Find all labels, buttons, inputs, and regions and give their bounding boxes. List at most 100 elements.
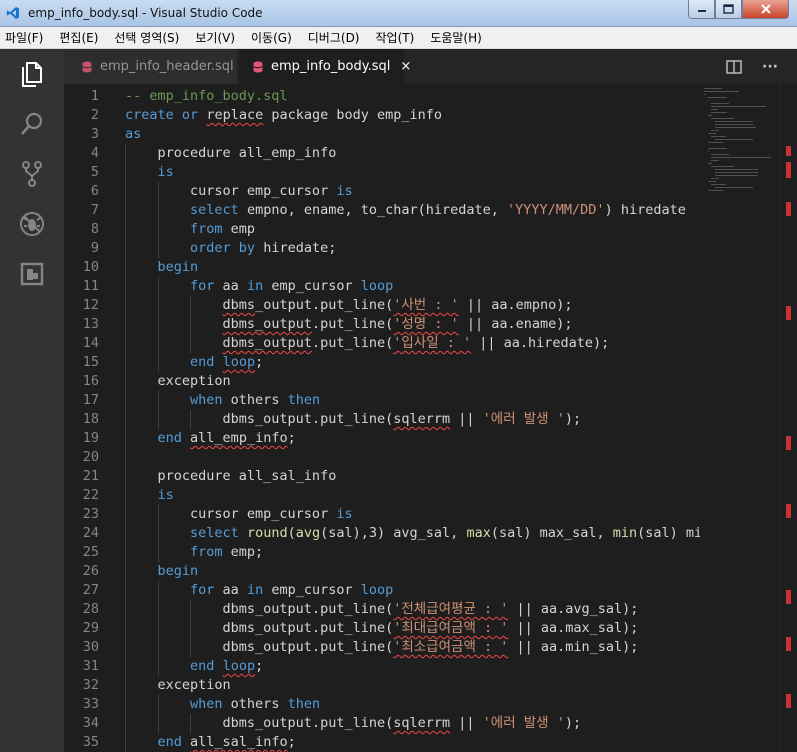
code-token: cursor emp_cursor (125, 506, 337, 522)
vscode-icon (6, 7, 19, 19)
code-token: begin (157, 563, 199, 579)
code-token: empno, ename, to_char(hiredate, (238, 202, 508, 218)
minimap-line (711, 157, 772, 158)
code-line[interactable]: 26 begin (64, 562, 704, 581)
tab-emp-info-body[interactable]: emp_info_body.sql × (239, 49, 411, 84)
code-text: dbms_output.put_line('최소급여금액 : ' || aa.m… (125, 638, 639, 657)
code-line[interactable]: 1 -- emp_info_body.sql (64, 87, 704, 106)
code-token: ; (287, 734, 296, 750)
code-text: dbms_output.put_line('성명 : ' || aa.ename… (125, 315, 573, 334)
minimap-line (707, 133, 716, 134)
line-number: 31 (82, 658, 99, 674)
code-token: || aa.hiredate); (471, 335, 610, 351)
minimap[interactable] (700, 84, 780, 752)
code-line[interactable]: 10 begin (64, 258, 704, 277)
code-token: .put_line( (311, 316, 394, 332)
code-line[interactable]: 25 from emp; (64, 543, 704, 562)
code-token: end (157, 734, 182, 750)
error-marker (786, 162, 791, 178)
code-line[interactable]: 18 dbms_output.put_line(sqlerrm || '에러 발… (64, 410, 704, 429)
vertical-scrollbar[interactable] (780, 84, 797, 752)
code-line[interactable]: 11 for aa in emp_cursor loop (64, 277, 704, 296)
debug-icon (20, 212, 44, 236)
code-line[interactable]: 8 from emp (64, 220, 704, 239)
code-line[interactable]: 21 procedure all_sal_info (64, 467, 704, 486)
menu-tasks[interactable]: 작업(T) (376, 29, 415, 46)
code-line[interactable]: 19 end all_emp_info; (64, 429, 704, 448)
code-line[interactable]: 22 is (64, 486, 704, 505)
code-line[interactable]: 14 dbms_output.put_line('입사일 : ' || aa.h… (64, 334, 704, 353)
code-line[interactable]: 30 dbms_output.put_line('최소급여금액 : ' || a… (64, 638, 704, 657)
code-token: from (190, 544, 223, 560)
code-line[interactable]: 3 as (64, 125, 704, 144)
maximize-button[interactable] (715, 0, 742, 19)
code-editor[interactable]: 1 -- emp_info_body.sql 2 create or replace … (64, 84, 797, 752)
tab-emp-info-header[interactable]: emp_info_header.sql (64, 49, 238, 84)
code-line[interactable]: 5 is (64, 163, 704, 182)
menu-go[interactable]: 이동(G) (251, 29, 292, 46)
more-actions-button[interactable]: ··· (762, 49, 778, 84)
minimize-button[interactable] (688, 0, 715, 19)
code-token: ( (287, 525, 296, 541)
split-editor-button[interactable] (726, 49, 742, 84)
activity-extensions[interactable] (0, 249, 64, 299)
code-line[interactable]: 2 create or replace package body emp_info (64, 106, 704, 125)
code-line[interactable]: 34 dbms_output.put_line(sqlerrm || '에러 발… (64, 714, 704, 733)
code-line[interactable]: 27 for aa in emp_cursor loop (64, 581, 704, 600)
error-marker (786, 504, 791, 518)
menu-file[interactable]: 파일(F) (5, 29, 43, 46)
code-line[interactable]: 31 end loop; (64, 657, 704, 676)
code-token: is (336, 183, 353, 199)
minimap-line (711, 112, 728, 113)
activity-source-control[interactable] (0, 149, 64, 199)
database-icon (253, 61, 263, 73)
menu-edit[interactable]: 편집(E) (59, 29, 98, 46)
code-token: '에러 발생 ' (482, 411, 565, 427)
code-token: || (450, 411, 483, 427)
code-line[interactable]: 32 exception (64, 676, 704, 695)
code-line[interactable]: 4 procedure all_emp_info (64, 144, 704, 163)
code-token: dbms_output (222, 335, 312, 351)
code-line[interactable]: 24 select round(avg(sal),3) avg_sal, max… (64, 524, 735, 543)
code-line[interactable]: 29 dbms_output.put_line('최대급여금액 : ' || a… (64, 619, 704, 638)
code-token: _output.put_line( (255, 297, 394, 313)
code-line[interactable]: 12 dbms_output.put_line('사번 : ' || aa.em… (64, 296, 704, 315)
activity-search[interactable] (0, 99, 64, 149)
code-line[interactable]: 17 when others then (64, 391, 704, 410)
minimap-line (711, 160, 720, 161)
code-line[interactable]: 23 cursor emp_cursor is (64, 505, 704, 524)
code-line[interactable]: 28 dbms_output.put_line('전체급여평균 : ' || a… (64, 600, 704, 619)
code-line[interactable]: 7 select empno, ename, to_char(hiredate,… (64, 201, 704, 220)
code-line[interactable]: 13 dbms_output.put_line('성명 : ' || aa.en… (64, 315, 704, 334)
line-number: 11 (82, 278, 99, 294)
menu-debug[interactable]: 디버그(D) (308, 29, 360, 46)
code-token: ) hiredate (604, 202, 686, 218)
close-window-button[interactable] (742, 0, 789, 19)
menu-view[interactable]: 보기(V) (195, 29, 235, 46)
close-tab-button[interactable]: × (400, 59, 411, 74)
activity-explorer[interactable] (0, 49, 64, 99)
line-number: 3 (90, 126, 99, 142)
code-text: from emp; (125, 543, 263, 562)
code-line[interactable]: 15 end loop; (64, 353, 704, 372)
code-line[interactable]: 9 order by hiredate; (64, 239, 704, 258)
line-number: 23 (82, 506, 99, 522)
menu-selection[interactable]: 선택 영역(S) (114, 29, 179, 46)
code-line[interactable]: 33 when others then (64, 695, 704, 714)
menu-help[interactable]: 도움말(H) (430, 29, 482, 46)
line-number: 20 (82, 449, 99, 465)
error-marker (786, 590, 791, 604)
minimap-line (711, 178, 720, 179)
activity-debug[interactable] (0, 199, 64, 249)
code-line[interactable]: 35 end all_sal_info; (64, 733, 704, 752)
code-token: avg (295, 525, 321, 541)
code-text: exception (125, 372, 231, 391)
code-token: '성명 : ' (393, 316, 459, 332)
code-line[interactable]: 20 (64, 448, 704, 467)
code-line[interactable]: 16 exception (64, 372, 704, 391)
code-line[interactable]: 6 cursor emp_cursor is (64, 182, 704, 201)
